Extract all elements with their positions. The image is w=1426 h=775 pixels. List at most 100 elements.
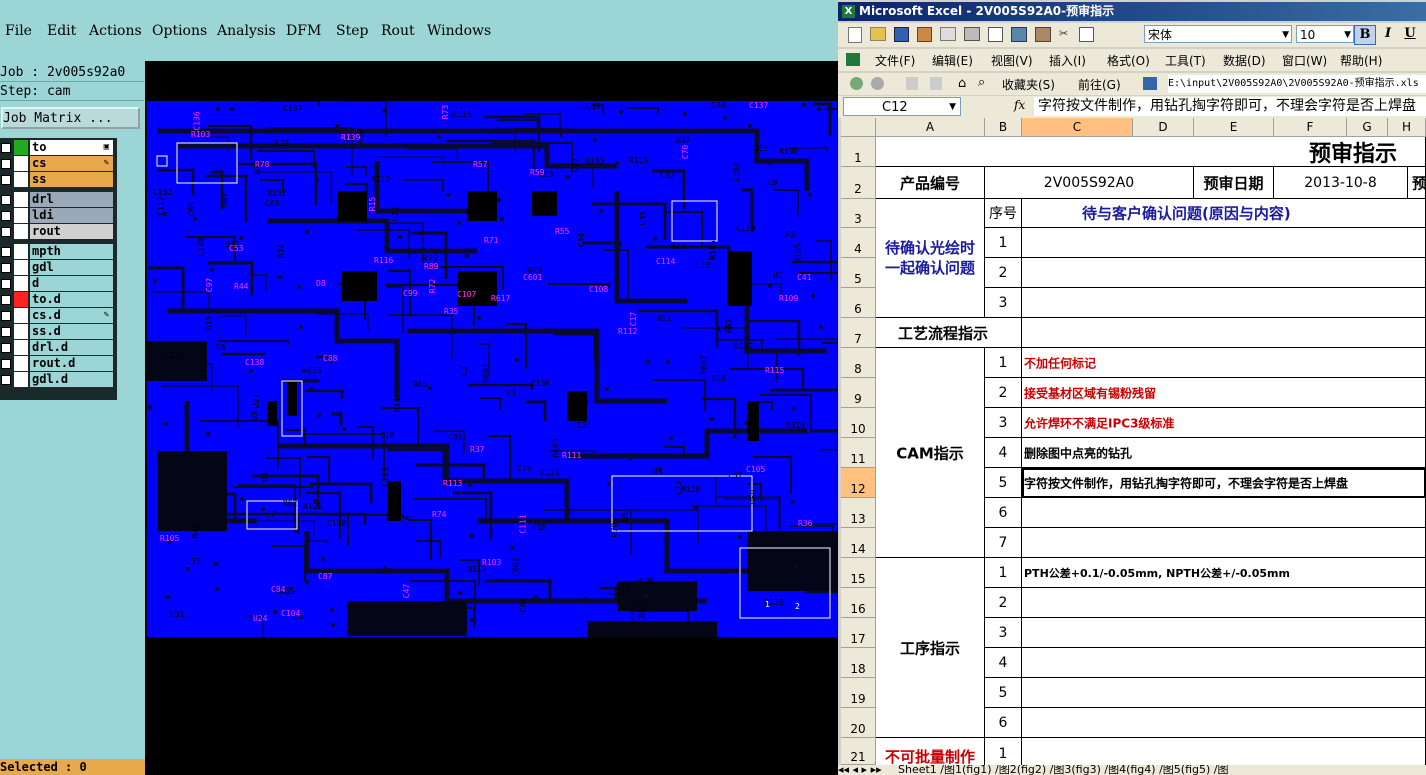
layer-row-gdl[interactable]: gdl bbox=[0, 260, 117, 275]
extra-label-cell[interactable]: 预 bbox=[1408, 167, 1426, 199]
tab-nav-arrows[interactable]: ◂◂ ◂ ▸ ▸▸ bbox=[838, 765, 898, 775]
cam-item-cell[interactable]: 不加任何标记 bbox=[1022, 348, 1426, 378]
column-header-g[interactable]: G bbox=[1347, 118, 1388, 137]
row-header-3[interactable]: 3 bbox=[841, 199, 876, 228]
layer-checkbox[interactable] bbox=[1, 343, 11, 353]
layer-checkbox[interactable] bbox=[1, 279, 11, 289]
row-header-5[interactable]: 5 bbox=[841, 258, 876, 288]
favorites-menu[interactable]: 收藏夹(S) bbox=[1002, 76, 1055, 93]
row-header-17[interactable]: 17 bbox=[841, 618, 876, 648]
menu-actions[interactable]: Actions bbox=[89, 23, 142, 39]
product-value-cell[interactable]: 2V005S92A0 bbox=[985, 167, 1194, 199]
layer-color-swatch[interactable] bbox=[14, 356, 28, 371]
row-header-12[interactable]: 12 bbox=[841, 468, 876, 498]
row-header-11[interactable]: 11 bbox=[841, 438, 876, 468]
select-all-corner[interactable] bbox=[841, 118, 876, 137]
back-icon[interactable] bbox=[850, 77, 863, 90]
layer-color-swatch[interactable] bbox=[14, 192, 28, 207]
row-header-4[interactable]: 4 bbox=[841, 228, 876, 258]
chevron-down-icon[interactable]: ▼ bbox=[1282, 26, 1289, 44]
layer-checkbox[interactable] bbox=[1, 311, 11, 321]
menu-edit[interactable]: Edit bbox=[47, 23, 76, 39]
row-header-19[interactable]: 19 bbox=[841, 678, 876, 708]
chevron-down-icon[interactable]: ▼ bbox=[949, 98, 956, 117]
layer-row-rout-d[interactable]: rout.d bbox=[0, 356, 117, 371]
layer-name[interactable]: mpth bbox=[30, 244, 113, 259]
chevron-down-icon[interactable]: ▼ bbox=[1344, 26, 1351, 44]
layer-checkbox[interactable] bbox=[1, 295, 11, 305]
font-size-select[interactable]: 10 ▼ bbox=[1296, 25, 1354, 43]
process-item-cell[interactable] bbox=[1022, 648, 1426, 678]
layer-color-swatch[interactable] bbox=[14, 372, 28, 387]
seq-cell[interactable]: 3 bbox=[985, 408, 1022, 438]
layer-row-ss-d[interactable]: ss.d bbox=[0, 324, 117, 339]
seq-cell[interactable]: 2 bbox=[985, 588, 1022, 618]
layer-name[interactable]: gdl.d bbox=[30, 372, 113, 387]
row-header-16[interactable]: 16 bbox=[841, 588, 876, 618]
menu-options[interactable]: Options bbox=[152, 23, 207, 39]
layer-checkbox[interactable] bbox=[1, 359, 11, 369]
layer-row-drl[interactable]: drl bbox=[0, 192, 117, 207]
goto-menu[interactable]: 前往(G) bbox=[1078, 76, 1121, 93]
toolbar-icons[interactable]: ✂ bbox=[848, 27, 1128, 43]
layer-name[interactable]: cs ✎ bbox=[30, 156, 113, 171]
sheet-title-cell[interactable]: 预审指示 bbox=[876, 137, 1426, 167]
column-header-b[interactable]: B bbox=[985, 118, 1022, 137]
cam-item-cell[interactable]: 删除图中点亮的钻孔 bbox=[1022, 438, 1426, 468]
row-header-2[interactable]: 2 bbox=[841, 167, 876, 199]
new-icon[interactable] bbox=[848, 27, 862, 43]
layer-name[interactable]: drl bbox=[30, 192, 113, 207]
layer-row-cs-d[interactable]: cs.d ✎ bbox=[0, 308, 117, 323]
seq-cell[interactable]: 1 bbox=[985, 558, 1022, 588]
row-header-1[interactable]: 1 bbox=[841, 137, 876, 167]
name-box[interactable]: C12 ▼ bbox=[843, 97, 961, 116]
save-icon[interactable] bbox=[894, 27, 909, 42]
column-header-e[interactable]: E bbox=[1194, 118, 1274, 137]
layer-row-to[interactable]: to ▣ bbox=[0, 140, 117, 155]
layer-color-swatch[interactable] bbox=[14, 324, 28, 339]
layer-row-cs[interactable]: cs ✎ bbox=[0, 156, 117, 171]
row-header-21[interactable]: 21 bbox=[841, 738, 876, 765]
confirm-label-cell[interactable]: 待确认光绘时 一起确认问题 bbox=[876, 199, 985, 318]
print-icon[interactable] bbox=[964, 27, 980, 41]
process-item-cell[interactable] bbox=[1022, 678, 1426, 708]
layer-checkbox[interactable] bbox=[1, 263, 11, 273]
seq-cell[interactable]: 3 bbox=[985, 288, 1022, 318]
layer-checkbox[interactable] bbox=[1, 195, 11, 205]
date-value-cell[interactable]: 2013-10-8 bbox=[1274, 167, 1408, 199]
layer-checkbox[interactable] bbox=[1, 247, 11, 257]
menu-window-cn[interactable]: 窗口(W) bbox=[1282, 52, 1327, 69]
cam-item-cell[interactable]: 字符按文件制作，用钻孔掏字符即可，不理会字符是否上焊盘 bbox=[1022, 468, 1426, 498]
menu-windows[interactable]: Windows bbox=[427, 23, 491, 39]
customer-header-cell[interactable]: 待与客户确认问题(原因与内容) bbox=[1022, 199, 1426, 228]
italic-button[interactable]: I bbox=[1378, 25, 1398, 43]
row-header-15[interactable]: 15 bbox=[841, 558, 876, 588]
layer-checkbox[interactable] bbox=[1, 211, 11, 221]
process-item-cell[interactable]: PTH公差+0.1/-0.05mm, NPTH公差+/-0.05mm bbox=[1022, 558, 1426, 588]
menu-dfm[interactable]: DFM bbox=[286, 23, 321, 39]
fx-icon[interactable]: fx bbox=[1014, 98, 1025, 112]
seq-cell[interactable]: 5 bbox=[985, 468, 1022, 498]
seq-cell[interactable]: 1 bbox=[985, 348, 1022, 378]
seq-cell[interactable]: 6 bbox=[985, 498, 1022, 528]
cut-icon[interactable]: ✂ bbox=[1059, 27, 1071, 40]
confirm-item-cell[interactable] bbox=[1022, 258, 1426, 288]
layer-color-swatch[interactable] bbox=[14, 292, 28, 307]
layer-row-d[interactable]: d bbox=[0, 276, 117, 291]
layer-name[interactable]: rout bbox=[30, 224, 113, 239]
process-label-cell[interactable]: 工序指示 bbox=[876, 558, 985, 738]
no-mass-label-cell[interactable]: 不可批量制作 bbox=[876, 738, 985, 765]
job-matrix-button[interactable]: Job Matrix ... bbox=[1, 107, 140, 129]
layer-name[interactable]: to ▣ bbox=[30, 140, 113, 155]
seq-cell[interactable]: 3 bbox=[985, 618, 1022, 648]
menu-file-cn[interactable]: 文件(F) bbox=[875, 52, 915, 69]
row-header-9[interactable]: 9 bbox=[841, 378, 876, 408]
email-icon[interactable] bbox=[940, 27, 956, 41]
cam-item-cell[interactable]: 接受基材区域有锡粉残留 bbox=[1022, 378, 1426, 408]
menu-format-cn[interactable]: 格式(O) bbox=[1107, 52, 1150, 69]
home-icon[interactable]: ⌂ bbox=[958, 76, 966, 91]
pcb-graphic-view[interactable]: R128 R108 U35 C136 R117 U15 C38 R47 U9 R44 U8 C137 C… bbox=[147, 101, 837, 637]
layer-checkbox[interactable] bbox=[1, 375, 11, 385]
row-header-13[interactable]: 13 bbox=[841, 498, 876, 528]
seq-cell[interactable]: 1 bbox=[985, 738, 1022, 765]
